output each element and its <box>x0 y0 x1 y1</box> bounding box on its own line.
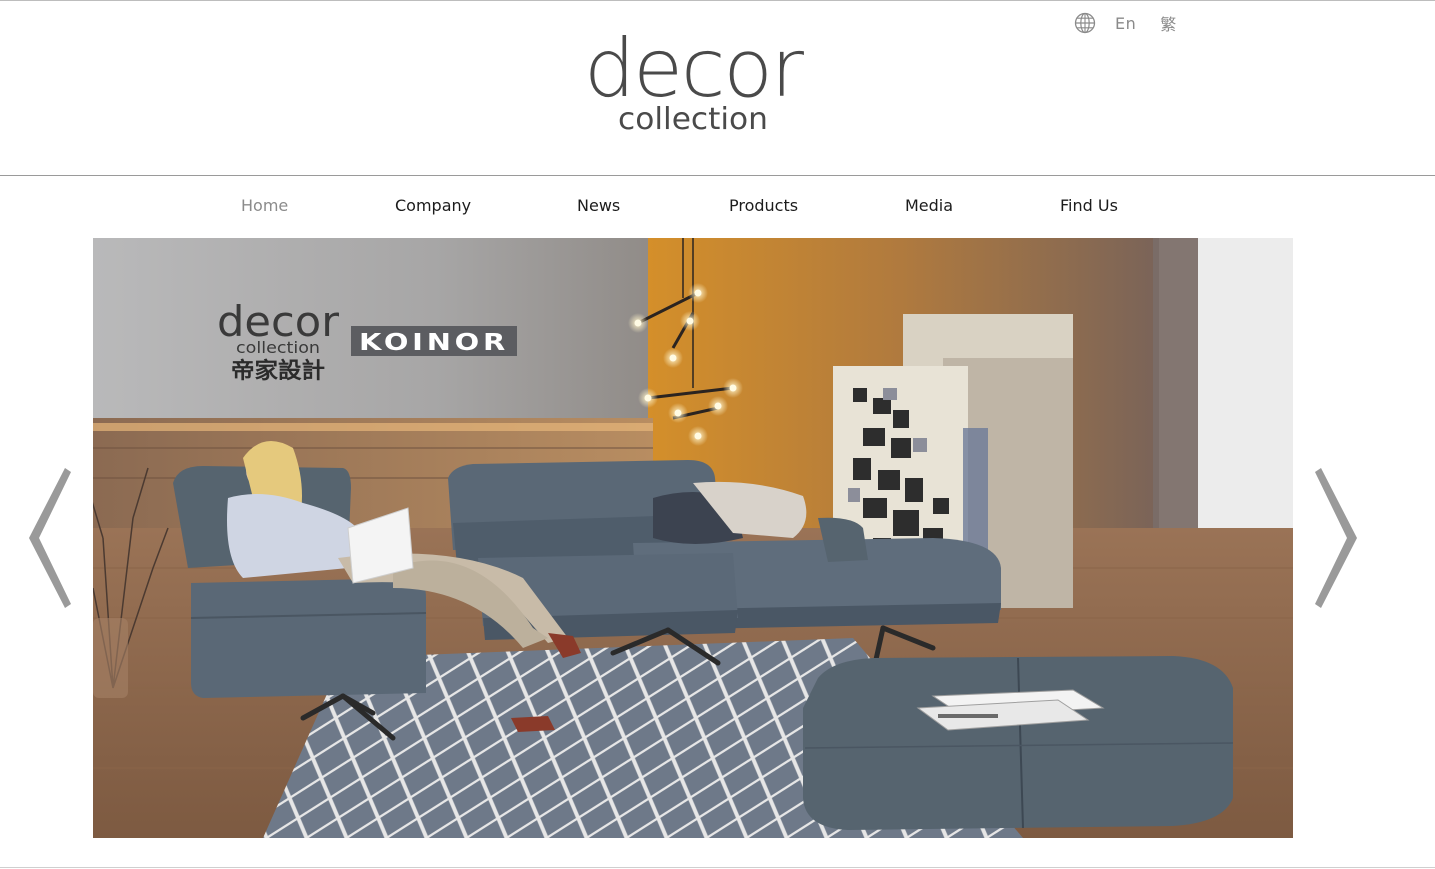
nav-media[interactable]: Media <box>905 196 953 215</box>
language-english-link[interactable]: En <box>1115 14 1136 33</box>
header-divider <box>0 175 1435 176</box>
page: En 繁 decor collection Home Company News … <box>0 0 1435 869</box>
top-divider <box>0 0 1435 1</box>
carousel-prev-button[interactable] <box>25 466 71 610</box>
chevron-right-icon <box>1315 468 1357 608</box>
nav-products[interactable]: Products <box>729 196 798 215</box>
partner-brand: KOINOR <box>359 330 509 356</box>
footer-divider <box>0 867 1435 868</box>
hero-logo-chinese: 帝家設計 <box>231 358 325 384</box>
language-traditional-chinese-link[interactable]: 繁 <box>1160 11 1177 35</box>
hero-slide[interactable]: decor collection 帝家設計 KOINOR <box>93 238 1293 838</box>
site-logo[interactable]: decor collection <box>581 22 806 138</box>
hero-image: decor collection 帝家設計 KOINOR <box>93 238 1293 838</box>
carousel-next-button[interactable] <box>1315 466 1361 610</box>
language-switcher: En 繁 <box>1074 11 1177 35</box>
nav-company[interactable]: Company <box>395 196 471 215</box>
nav-find-us[interactable]: Find Us <box>1060 196 1118 215</box>
logo-subtitle: collection <box>618 102 768 137</box>
globe-icon[interactable] <box>1074 12 1096 34</box>
nav-home[interactable]: Home <box>241 196 288 215</box>
chevron-left-icon <box>29 468 71 608</box>
hero-logo-subtitle: collection <box>236 338 320 357</box>
main-nav: Home Company News Products Media Find Us <box>0 196 1435 220</box>
nav-news[interactable]: News <box>577 196 620 215</box>
